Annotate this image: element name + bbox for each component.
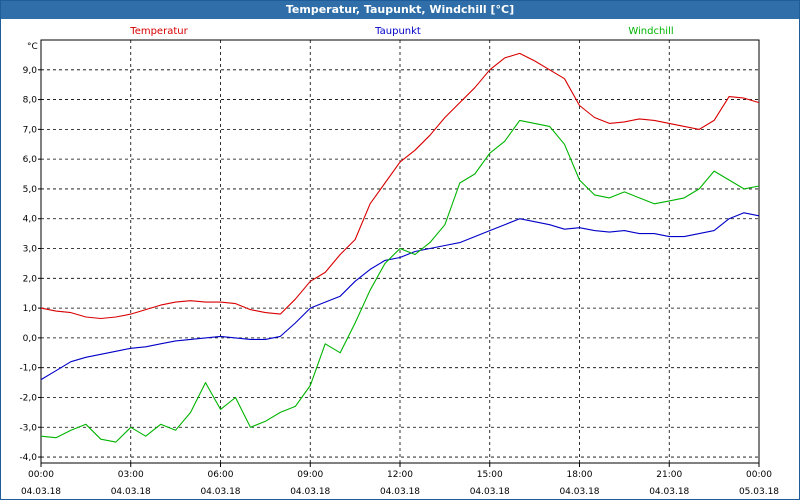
chart-window: Temperatur, Taupunkt, Windchill [°C] 9,0… — [0, 0, 800, 500]
ytick-label: 7,0 — [23, 125, 38, 135]
xtick-time: 15:00 — [477, 470, 503, 480]
window-title: Temperatur, Taupunkt, Windchill [°C] — [285, 3, 515, 16]
y-axis-label: °C — [27, 42, 38, 52]
ytick-label: 5,0 — [23, 185, 38, 195]
xtick-time: 12:00 — [387, 470, 413, 480]
ytick-label: 2,0 — [23, 274, 38, 284]
xtick-date: 04.03.18 — [21, 487, 61, 497]
xtick-time: 18:00 — [567, 470, 593, 480]
legend-item-windchill: Windchill — [628, 26, 673, 37]
ytick-label: 4,0 — [23, 215, 38, 225]
legend-item-taupunkt: Taupunkt — [374, 26, 421, 37]
ytick-label: 8,0 — [23, 96, 38, 106]
ytick-label: 6,0 — [23, 155, 38, 165]
ytick-label: -3,0 — [19, 423, 37, 433]
ytick-label: -4,0 — [19, 453, 37, 463]
xtick-time: 00:00 — [28, 470, 54, 480]
xtick-time: 03:00 — [118, 470, 144, 480]
ytick-label: 9,0 — [23, 66, 38, 76]
xtick-date: 04.03.18 — [649, 487, 689, 497]
x-axis-ticks: 00:00 04.03.18 03:00 04.03.18 06:00 04.03.18 0… — [21, 470, 779, 497]
y-axis-ticks: 9,0 8,0 7,0 6,0 5,0 4,0 3,0 2,0 1,0 0,0 -1,0 -2,0 -3… — [19, 66, 37, 463]
grid — [38, 39, 760, 467]
line-chart: 9,0 8,0 7,0 6,0 5,0 4,0 3,0 2,0 1,0 0,0 -1,0 -2,0 -3… — [19, 26, 779, 497]
title-bar: Temperatur, Taupunkt, Windchill [°C] — [1, 1, 799, 19]
xtick-date: 04.03.18 — [290, 487, 330, 497]
xtick-date: 04.03.18 — [200, 487, 240, 497]
legend-item-temperatur: Temperatur — [129, 26, 188, 37]
ytick-label: -1,0 — [19, 364, 37, 374]
legend: Temperatur Taupunkt Windchill — [129, 26, 673, 37]
ytick-label: 3,0 — [23, 245, 38, 255]
xtick-date: 04.03.18 — [559, 487, 599, 497]
xtick-date: 04.03.18 — [380, 487, 420, 497]
xtick-time: 06:00 — [208, 470, 234, 480]
ytick-label: -2,0 — [19, 393, 37, 403]
xtick-time: 21:00 — [656, 470, 682, 480]
xtick-date: 04.03.18 — [470, 487, 510, 497]
ytick-label: 1,0 — [23, 304, 38, 314]
xtick-date: 05.03.18 — [739, 487, 779, 497]
ytick-label: 0,0 — [23, 334, 38, 344]
xtick-time: 09:00 — [297, 470, 323, 480]
xtick-date: 04.03.18 — [111, 487, 151, 497]
xtick-time: 00:00 — [746, 470, 772, 480]
